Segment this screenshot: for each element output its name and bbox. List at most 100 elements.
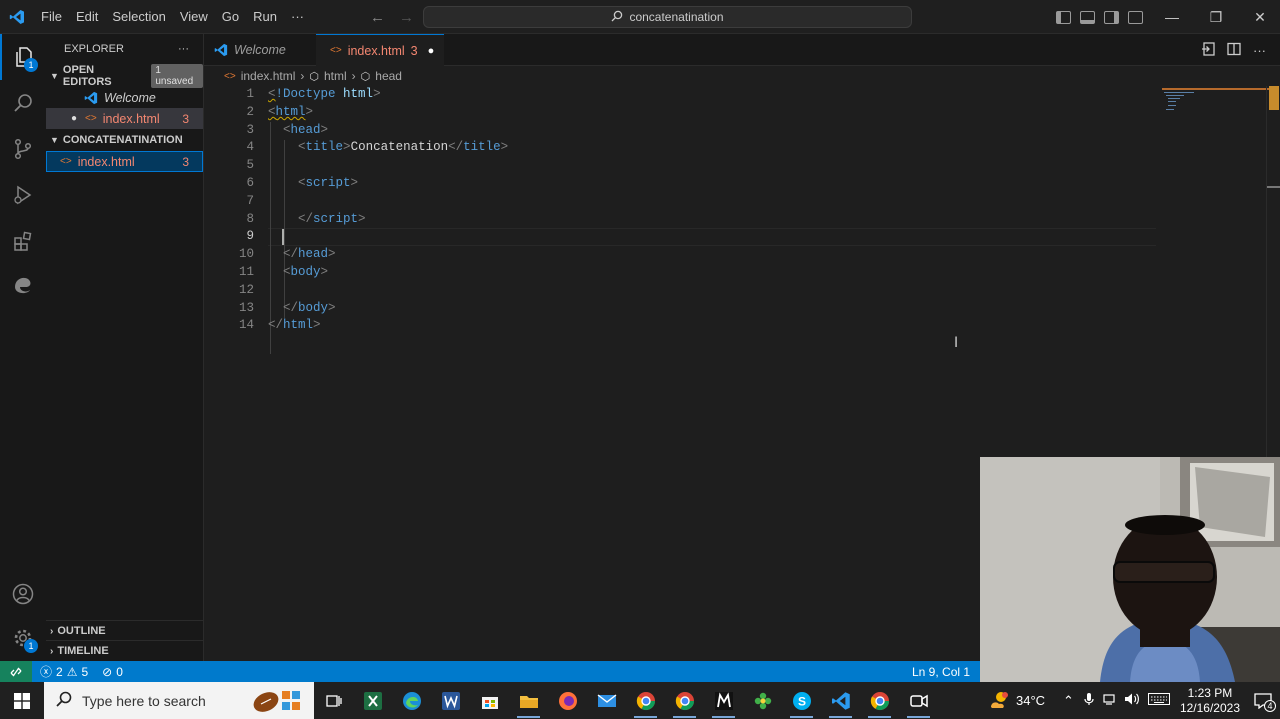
forward-arrow-icon[interactable]: → xyxy=(399,9,414,26)
menu-more[interactable]: ··· xyxy=(284,0,311,34)
media-m-icon[interactable] xyxy=(704,682,743,719)
line-number: 7 xyxy=(246,193,254,208)
command-center-search[interactable]: concatenatination xyxy=(423,6,912,28)
search-view-icon[interactable] xyxy=(0,80,46,126)
clock[interactable]: 1:23 PM 12/16/2023 xyxy=(1180,686,1240,716)
line-number: 4 xyxy=(246,140,254,155)
chrome-icon[interactable] xyxy=(665,682,704,719)
task-view-icon[interactable] xyxy=(314,682,353,719)
extensions-icon[interactable] xyxy=(0,218,46,264)
toggle-primary-sidebar-icon[interactable] xyxy=(1056,10,1071,24)
mail-icon[interactable] xyxy=(587,682,626,719)
manage-gear-icon[interactable]: 1 xyxy=(0,615,46,661)
edge-devtools-icon[interactable] xyxy=(0,262,46,308)
breadcrumb-html[interactable]: html xyxy=(324,69,347,83)
text-cursor xyxy=(282,229,284,245)
keyboard-icon[interactable] xyxy=(1147,693,1170,708)
open-editor-index-html[interactable]: ● <> index.html 3 xyxy=(46,108,203,129)
network-icon[interactable] xyxy=(1102,692,1116,709)
windows-start-icon[interactable] xyxy=(0,682,44,719)
word-icon[interactable] xyxy=(431,682,470,719)
file-explorer-icon[interactable] xyxy=(509,682,548,719)
unsaved-dot-icon[interactable]: ● xyxy=(428,45,435,57)
toggle-panel-icon[interactable] xyxy=(1080,10,1095,24)
open-editor-label: Welcome xyxy=(104,90,156,105)
layout-controls xyxy=(1056,0,1143,34)
code-line-8: </script> xyxy=(298,211,366,226)
outline-label: OUTLINE xyxy=(57,625,106,637)
menu-go[interactable]: Go xyxy=(215,0,246,34)
microsoft-store-icon[interactable] xyxy=(470,682,509,719)
timeline-section[interactable]: › TIMELINE xyxy=(46,640,204,661)
open-editor-welcome[interactable]: Welcome xyxy=(46,87,203,108)
excel-icon[interactable] xyxy=(353,682,392,719)
open-editors-section[interactable]: ▼ OPEN EDITORS 1 unsaved xyxy=(46,64,203,88)
chrome-icon[interactable] xyxy=(626,682,665,719)
folder-section[interactable]: ▼ CONCATENATINATION xyxy=(46,129,203,151)
flower-app-icon[interactable] xyxy=(743,682,782,719)
vscode-file-icon xyxy=(214,43,228,57)
ports-status[interactable]: ⊘ 0 xyxy=(102,665,123,679)
close-icon[interactable]: ✕ xyxy=(1238,9,1280,26)
restore-icon[interactable]: ❐ xyxy=(1194,9,1238,26)
vscode-logo-icon xyxy=(0,0,34,34)
explorer-more-icon[interactable]: ··· xyxy=(178,43,189,55)
tab-index-html[interactable]: <> index.html 3 ● xyxy=(316,34,444,66)
weather-temperature[interactable]: 34°C xyxy=(1016,693,1045,708)
customize-layout-icon[interactable] xyxy=(1128,10,1143,24)
vscode-taskbar-icon[interactable] xyxy=(821,682,860,719)
menu-edit[interactable]: Edit xyxy=(69,0,105,34)
toggle-secondary-sidebar-icon[interactable] xyxy=(1104,10,1119,24)
back-arrow-icon[interactable]: ← xyxy=(370,9,385,26)
menu-file[interactable]: File xyxy=(34,0,69,34)
chrome-icon[interactable] xyxy=(860,682,899,719)
notification-icon[interactable]: 4 xyxy=(1254,692,1276,712)
code-line-10: </head> xyxy=(283,247,336,262)
problems-status[interactable]: ⓧ 2 ⚠ 5 xyxy=(40,663,88,680)
menu-run[interactable]: Run xyxy=(246,0,284,34)
source-control-icon[interactable] xyxy=(0,126,46,172)
skype-icon[interactable]: S xyxy=(782,682,821,719)
accounts-icon[interactable] xyxy=(0,571,46,617)
cursor-position[interactable]: Ln 9, Col 1 xyxy=(912,665,970,679)
command-center-text: concatenatination xyxy=(629,10,724,24)
breadcrumb-head[interactable]: head xyxy=(375,69,402,83)
chevron-up-icon[interactable]: ⌃ xyxy=(1063,693,1074,709)
line-number: 10 xyxy=(238,247,254,262)
chevron-right-icon: › xyxy=(50,645,54,657)
firefox-icon[interactable] xyxy=(548,682,587,719)
run-debug-icon[interactable] xyxy=(0,172,46,218)
volume-icon[interactable] xyxy=(1124,692,1140,709)
window-controls: — ❐ ✕ xyxy=(1150,0,1280,34)
element-icon: ⬡ xyxy=(360,70,371,83)
menu-view[interactable]: View xyxy=(173,0,215,34)
menu-selection[interactable]: Selection xyxy=(105,0,172,34)
microphone-icon[interactable] xyxy=(1084,692,1094,709)
webcam-overlay xyxy=(980,457,1280,682)
menu-bar: File Edit Selection View Go Run ··· xyxy=(34,0,311,34)
file-index-html[interactable]: <> index.html 3 xyxy=(46,151,203,172)
line-number: 12 xyxy=(238,282,254,297)
edge-icon[interactable] xyxy=(392,682,431,719)
windows-taskbar: Type here to search S 34°C ⌃ 1:23 PM 12/… xyxy=(0,682,1280,719)
explorer-icon[interactable]: 1 xyxy=(0,34,46,80)
remote-icon[interactable] xyxy=(0,661,32,682)
warning-count: 5 xyxy=(81,664,89,679)
breadcrumb-file[interactable]: index.html xyxy=(241,69,296,83)
tab-welcome[interactable]: Welcome xyxy=(204,34,316,66)
more-actions-icon[interactable]: ··· xyxy=(1253,43,1266,58)
open-preview-icon[interactable] xyxy=(1201,41,1215,59)
search-icon xyxy=(611,10,623,25)
minimap[interactable] xyxy=(1162,86,1272,126)
split-editor-icon[interactable] xyxy=(1227,42,1241,59)
ports-count: 0 xyxy=(116,664,123,679)
unsaved-dot-icon[interactable]: ● xyxy=(71,113,77,124)
editor-actions: ··· xyxy=(1201,34,1266,66)
taskbar-search[interactable]: Type here to search xyxy=(44,682,314,719)
minimize-icon[interactable]: — xyxy=(1150,9,1194,25)
weather-icon[interactable] xyxy=(988,690,1010,712)
camera-app-icon[interactable] xyxy=(899,682,938,719)
outline-section[interactable]: › OUTLINE xyxy=(46,620,204,641)
search-icon xyxy=(56,691,72,710)
